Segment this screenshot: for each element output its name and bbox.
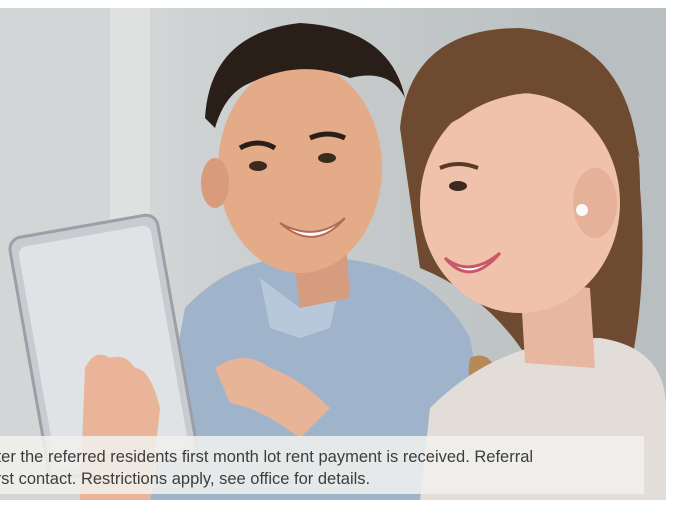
caption-line-2: irst contact. Restrictions apply, see of…: [0, 470, 371, 488]
hero-photo: [0, 8, 666, 500]
caption-banner: fter the referred residents first month …: [0, 436, 644, 494]
page: fter the referred residents first month …: [0, 0, 675, 506]
couple-using-tablet-image: [0, 8, 666, 500]
caption-line-1: fter the referred residents first month …: [0, 448, 534, 466]
